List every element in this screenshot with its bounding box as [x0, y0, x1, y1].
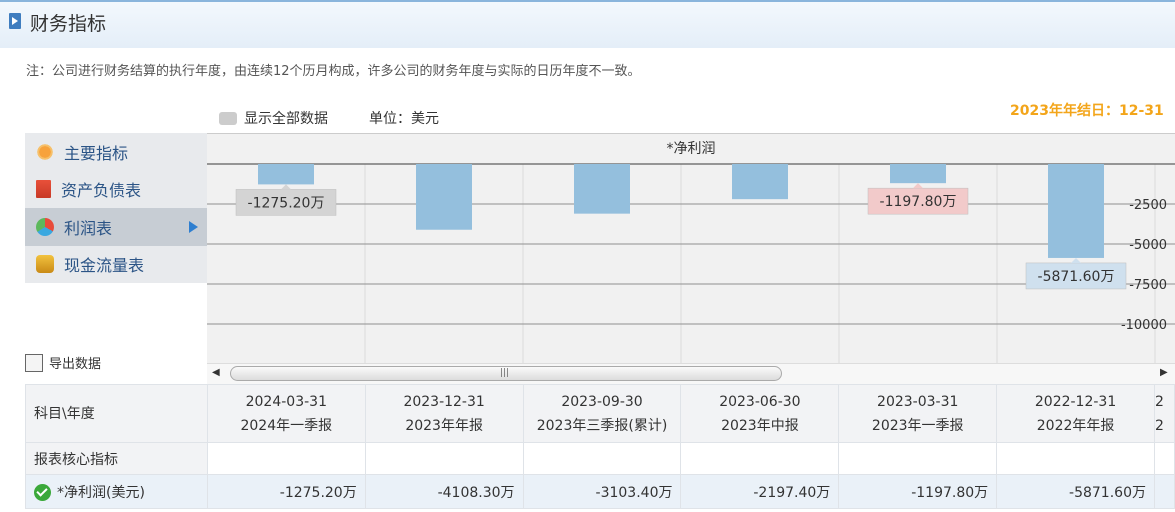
column-header[interactable]: 2023-12-31 2023年年报	[364, 384, 524, 443]
sidebar-item-main-indicators[interactable]: 主要指标	[25, 133, 207, 171]
column-date: 2	[1154, 393, 1164, 410]
sidebar-item-label: 利润表	[64, 218, 113, 238]
table-cell: -1197.80万	[838, 474, 998, 509]
pie-chart-icon	[36, 217, 54, 236]
table-cell: -3103.40万	[522, 474, 682, 509]
column-period: 2	[1154, 417, 1164, 434]
export-label: 导出数据	[49, 357, 102, 372]
column-date: 2024-03-31	[245, 393, 327, 410]
section-label: 报表核心指标	[25, 442, 208, 475]
bar	[258, 164, 314, 185]
grip-icon: |||	[500, 368, 510, 378]
coins-icon	[36, 255, 54, 274]
sidebar-item-balance-sheet[interactable]: 资产负债表	[25, 170, 207, 208]
y-tick-label: -5000	[1129, 238, 1167, 253]
column-date: 2022-12-31	[1034, 393, 1117, 410]
table-cell	[522, 442, 682, 475]
scroll-left-arrow-icon[interactable]: ◀	[212, 367, 220, 378]
table-cell	[206, 442, 366, 475]
bar	[416, 164, 472, 230]
sidebar-item-income-statement[interactable]: 利润表	[25, 208, 207, 246]
column-header[interactable]: 2022-12-31 2022年年报	[996, 384, 1155, 443]
column-period: 2022年年报	[1036, 417, 1115, 434]
column-header[interactable]: 2024-03-31 2024年一季报	[206, 384, 366, 443]
table-cell	[364, 442, 524, 475]
table-cell: -5871.60万	[996, 474, 1155, 509]
column-date: 2023-03-31	[877, 393, 959, 410]
table-cell	[996, 442, 1155, 475]
chart-svg: -2500 -5000 -7500 -10000 *净利润 -1275.20万 -1197.…	[207, 141, 1175, 364]
section-row: 报表核心指标	[25, 442, 1175, 475]
table-cell	[1153, 474, 1175, 509]
table-cell	[838, 442, 998, 475]
speech-bubble-icon[interactable]	[219, 112, 237, 125]
data-label-pointer	[913, 183, 923, 189]
sidebar-item-label: 资产负债表	[61, 181, 142, 201]
corner-header: 科目\年度	[25, 384, 208, 443]
column-period: 2023年一季报	[871, 417, 964, 434]
show-all-data-link[interactable]: 显示全部数据	[244, 108, 328, 128]
chevron-right-icon	[189, 221, 198, 233]
y-tick-label: -2500	[1129, 198, 1167, 213]
column-header-partial: 22	[1153, 384, 1175, 443]
bar	[890, 164, 946, 184]
bar	[1048, 164, 1104, 258]
table-cell: -4108.30万	[364, 474, 524, 509]
data-label: -1197.80万	[880, 194, 957, 210]
scroll-right-arrow-icon[interactable]: ▶	[1160, 367, 1168, 378]
document-icon	[36, 180, 51, 199]
column-header[interactable]: 2023-09-30 2023年三季报(累计)	[522, 384, 682, 443]
column-period: 2023年年报	[405, 417, 483, 434]
table-cell: -2197.40万	[680, 474, 840, 509]
data-label-pointer	[281, 184, 291, 190]
expand-arrow-icon[interactable]	[9, 13, 21, 29]
unit-label: 单位：美元	[369, 111, 439, 127]
column-date: 2023-06-30	[719, 393, 801, 410]
sidebar-item-label: 主要指标	[64, 143, 129, 163]
column-header[interactable]: 2023-03-31 2023年一季报	[838, 384, 998, 443]
fiscal-year-note: 注：公司进行财务结算的执行年度，由连续12个历月构成，许多公司的财务年度与实际的…	[26, 64, 641, 79]
section-header	[0, 0, 1175, 48]
y-tick-label: -7500	[1129, 278, 1167, 293]
sun-icon	[36, 142, 54, 161]
page-title: 财务指标	[30, 13, 107, 35]
sidebar-menu: 主要指标 资产负债表 利润表 现金流量表	[25, 133, 207, 283]
column-period: 2023年三季报(累计)	[536, 417, 668, 434]
sidebar-item-cash-flow[interactable]: 现金流量表	[25, 245, 207, 283]
year-end-label: 2023年年结日：12-31	[1010, 103, 1164, 119]
table-cell: -1275.20万	[206, 474, 366, 509]
net-profit-chart: -2500 -5000 -7500 -10000 *净利润 -1275.20万 -1197.…	[207, 133, 1175, 364]
y-tick-label: -10000	[1121, 318, 1167, 333]
chart-title: *净利润	[667, 141, 716, 157]
export-data-button[interactable]: 导出数据	[25, 353, 101, 372]
column-date: 2023-09-30	[561, 393, 643, 410]
data-label: -5871.60万	[1038, 269, 1115, 285]
data-label: -1275.20万	[248, 195, 325, 211]
column-date: 2023-12-31	[403, 393, 485, 410]
spreadsheet-icon	[25, 353, 43, 372]
table-header-row: 科目\年度 2024-03-31 2024年一季报 2023-12-31 2023年…	[25, 384, 1175, 443]
checkmark-icon[interactable]	[34, 484, 51, 501]
sidebar-item-label: 现金流量表	[64, 256, 145, 276]
table-cell	[680, 442, 840, 475]
bar	[732, 164, 788, 200]
financial-table: 科目\年度 2024-03-31 2024年一季报 2023-12-31 2023年…	[25, 384, 1175, 509]
row-label-cell[interactable]: *净利润(美元)	[25, 474, 208, 509]
column-header[interactable]: 2023-06-30 2023年中报	[680, 384, 840, 443]
table-cell	[1153, 442, 1175, 475]
bar	[574, 164, 630, 214]
column-period: 2023年中报	[721, 417, 799, 434]
column-period: 2024年一季报	[240, 417, 333, 434]
table-row[interactable]: *净利润(美元) -1275.20万 -4108.30万 -3103.40万 -…	[25, 474, 1175, 509]
data-label-pointer	[1071, 257, 1081, 263]
row-label: *净利润(美元)	[57, 484, 145, 501]
